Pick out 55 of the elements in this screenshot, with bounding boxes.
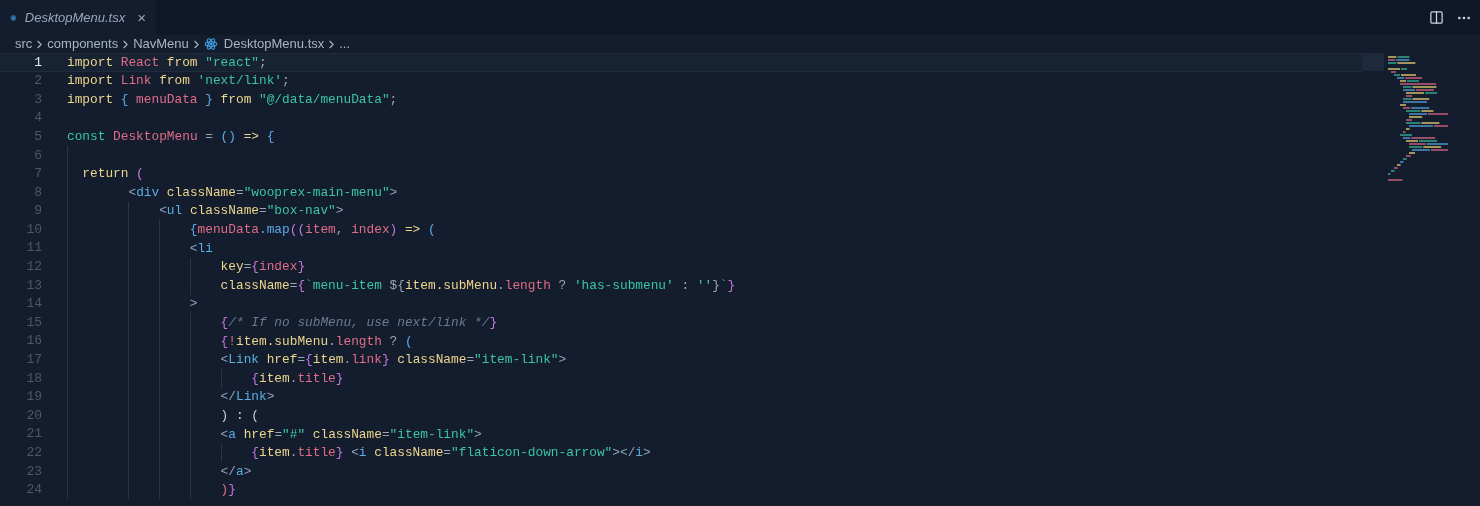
breadcrumb-item[interactable]: src bbox=[15, 34, 33, 54]
code-line: </Link> bbox=[219, 388, 275, 407]
line-number: 17 bbox=[25, 351, 42, 370]
code-line: {menuData.map((item, index) => ( bbox=[188, 221, 436, 240]
line-number: 22 bbox=[25, 444, 42, 462]
editor-tab[interactable]: DesktopMenu.tsx × bbox=[0, 0, 156, 35]
line-number: 18 bbox=[25, 369, 42, 388]
code-line: <ul className="box-nav"> bbox=[158, 202, 344, 221]
code-line: ) : ( bbox=[219, 407, 259, 425]
close-icon[interactable]: × bbox=[137, 10, 146, 25]
line-number: 16 bbox=[25, 332, 42, 351]
line-number: 8 bbox=[33, 183, 42, 202]
breadcrumb-item[interactable]: DesktopMenu.tsx bbox=[223, 34, 325, 54]
code-line: import Link from 'next/link'; bbox=[67, 72, 290, 91]
code-line: key={index} bbox=[219, 258, 306, 277]
code-line: )} bbox=[219, 481, 236, 500]
code-line: className={`menu-item ${item.subMenu.length ? 'has-submenu' : ''}`} bbox=[219, 276, 736, 295]
line-number: 23 bbox=[25, 462, 42, 481]
code-line: > bbox=[188, 295, 198, 314]
line-number: 14 bbox=[25, 295, 42, 314]
line-number: 4 bbox=[33, 109, 42, 128]
code-line: const DesktopMenu = () => { bbox=[67, 128, 275, 147]
line-number: 7 bbox=[33, 165, 42, 184]
breadcrumb-item[interactable]: ... bbox=[339, 34, 351, 54]
code-line: </a> bbox=[219, 462, 252, 481]
line-number: 2 bbox=[33, 72, 42, 91]
line-number: 1 bbox=[33, 53, 42, 72]
line-number: 10 bbox=[25, 220, 42, 239]
code-line: {item.title} <i className="flaticon-down-arrow"></i> bbox=[250, 444, 651, 463]
split-editor-icon[interactable] bbox=[1429, 10, 1444, 25]
code-line: {/* If no subMenu, use next/link */} bbox=[219, 314, 498, 332]
line-number: 19 bbox=[25, 388, 42, 407]
line-number: 24 bbox=[25, 481, 42, 500]
line-number: 6 bbox=[33, 146, 42, 165]
line-number: 21 bbox=[25, 425, 42, 444]
line-number: 9 bbox=[33, 202, 42, 221]
line-number: 20 bbox=[25, 406, 42, 425]
line-number: 15 bbox=[25, 313, 42, 332]
code-line: {!item.subMenu.length ? ( bbox=[219, 332, 413, 351]
code-line: return ( bbox=[81, 165, 144, 184]
line-number: 5 bbox=[33, 127, 42, 146]
tab-title: DesktopMenu.tsx bbox=[24, 8, 126, 27]
code-line: import React from "react"; bbox=[67, 53, 267, 72]
line-number: 11 bbox=[25, 239, 42, 258]
line-number: 12 bbox=[25, 258, 42, 277]
breadcrumb-item[interactable]: NavMenu bbox=[133, 34, 189, 54]
code-line: <a href="#" className="item-link"> bbox=[219, 425, 482, 444]
code-line: <Link href={item.link} className="item-link"> bbox=[219, 351, 567, 370]
code-line: {item.title} bbox=[250, 369, 344, 388]
code-line: <li bbox=[188, 239, 213, 258]
line-number: 13 bbox=[25, 276, 42, 295]
line-number: 3 bbox=[33, 90, 42, 109]
code-line: import { menuData } from "@/data/menuData"; bbox=[67, 90, 398, 109]
breadcrumb-item[interactable]: components bbox=[47, 34, 119, 54]
code-line: <div className="wooprex-main-menu"> bbox=[127, 183, 398, 202]
